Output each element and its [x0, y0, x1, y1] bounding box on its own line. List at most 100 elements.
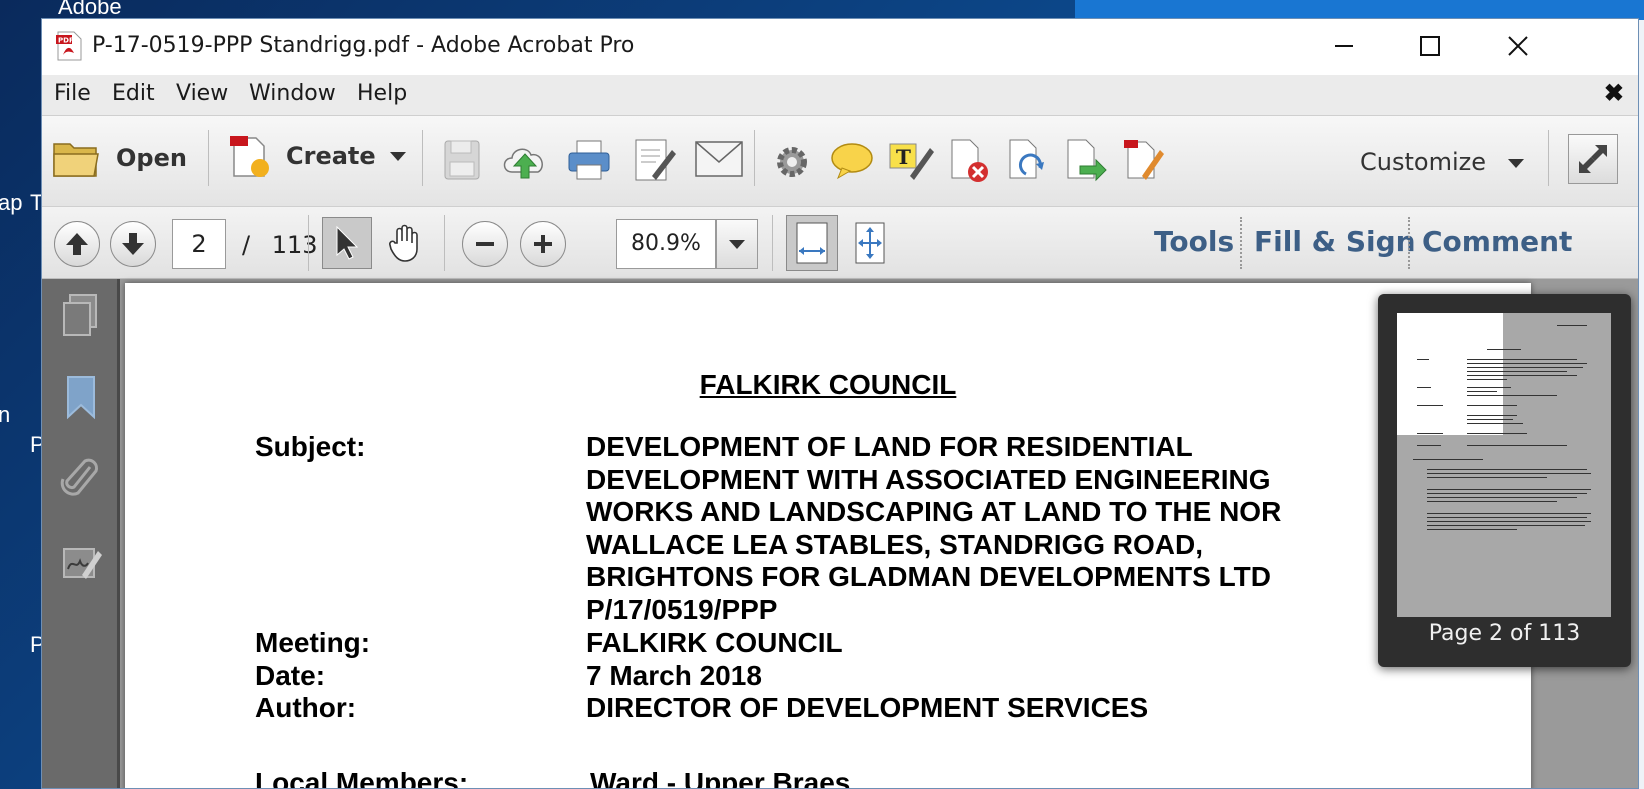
- tools-pane-button[interactable]: Tools: [1154, 225, 1234, 258]
- desktop-label[interactable]: Adobe: [58, 0, 122, 20]
- thumbnail-text-line: [1427, 469, 1587, 470]
- fit-width-icon: [796, 222, 828, 264]
- desktop-label[interactable]: ap: [0, 190, 22, 216]
- thumbnail-text-line: [1467, 395, 1557, 396]
- full-screen-button[interactable]: [1568, 134, 1618, 184]
- printer-icon[interactable]: [566, 138, 612, 182]
- folder-icon: [53, 143, 99, 177]
- thumbnail-text-line: [1427, 489, 1591, 490]
- chevron-down-icon: [1507, 158, 1524, 168]
- email-icon[interactable]: [694, 140, 744, 178]
- thumbnail-text-line: [1467, 363, 1587, 364]
- zoom-dropdown-button[interactable]: [716, 219, 758, 269]
- subject-line: WORKS AND LANDSCAPING AT LAND TO THE NOR: [586, 496, 1282, 527]
- thumbnail-highlight: [1397, 313, 1503, 435]
- thumbnail-text-line: [1427, 473, 1591, 474]
- comment-pane-button[interactable]: Comment: [1422, 225, 1572, 258]
- subject-line: P/17/0519/PPP: [586, 594, 778, 625]
- thumbnail-text-line: [1467, 445, 1567, 446]
- minimize-button[interactable]: [1324, 27, 1364, 65]
- fit-page-button[interactable]: [848, 217, 892, 269]
- attachment-paperclip-icon[interactable]: [60, 457, 102, 501]
- delete-page-icon[interactable]: [948, 136, 990, 184]
- rotate-page-icon[interactable]: [1006, 136, 1048, 184]
- toolbar-separator: [308, 215, 309, 271]
- edit-pdf-icon[interactable]: [1122, 136, 1166, 184]
- fit-width-button[interactable]: [786, 215, 838, 271]
- fill-sign-pane-button[interactable]: Fill & Sign: [1254, 225, 1416, 258]
- next-page-button[interactable]: [110, 221, 156, 267]
- menu-bar: File Edit View Window Help ✖: [42, 75, 1638, 115]
- bookmark-icon[interactable]: [60, 375, 102, 419]
- thumbnail-text-line: [1467, 415, 1517, 416]
- subject-line: DEVELOPMENT OF LAND FOR RESIDENTIAL: [586, 431, 1193, 462]
- previous-page-button[interactable]: [54, 221, 100, 267]
- subject-line: BRIGHTONS FOR GLADMAN DEVELOPMENTS LTD: [586, 561, 1271, 592]
- close-document-button[interactable]: ✖: [1604, 79, 1624, 108]
- cloud-upload-icon[interactable]: [500, 138, 550, 182]
- thumbnail-text-line: [1417, 433, 1443, 434]
- extract-page-icon[interactable]: [1064, 136, 1108, 184]
- maximize-button[interactable]: [1410, 27, 1450, 65]
- desktop-label[interactable]: n: [0, 402, 10, 428]
- toolbar-separator: [1408, 217, 1410, 269]
- menu-help[interactable]: Help: [357, 81, 407, 106]
- menu-view[interactable]: View: [176, 81, 228, 106]
- customize-label: Customize: [1360, 148, 1486, 176]
- page-separator: /: [242, 231, 251, 259]
- gear-icon[interactable]: [772, 142, 812, 182]
- thumbnail-text-line: [1417, 445, 1441, 446]
- main-toolbar: Open Create T Customize: [42, 115, 1638, 207]
- create-label: Create: [286, 142, 376, 170]
- toolbar-separator: [754, 130, 755, 186]
- menu-edit[interactable]: Edit: [112, 81, 155, 106]
- toolbar-separator: [208, 130, 209, 186]
- menu-file[interactable]: File: [54, 81, 91, 106]
- create-button[interactable]: Create: [228, 132, 406, 180]
- zoom-in-button[interactable]: [520, 221, 566, 267]
- comment-bubble-icon[interactable]: [830, 140, 874, 180]
- thumbnail-text-line: [1467, 375, 1577, 376]
- thumbnail-text-line: [1427, 493, 1587, 494]
- zoom-out-button[interactable]: [462, 221, 508, 267]
- save-icon[interactable]: [442, 138, 482, 182]
- page-number-input[interactable]: 2: [172, 219, 226, 269]
- thumbnail-text-line: [1427, 477, 1547, 478]
- window-title: P-17-0519-PPP Standrigg.pdf - Adobe Acro…: [92, 33, 635, 58]
- arrow-down-icon: [122, 233, 144, 255]
- select-tool-button[interactable]: [322, 217, 372, 269]
- expand-icon: [1579, 145, 1607, 173]
- fit-page-icon: [855, 222, 885, 264]
- author-label: Author:: [255, 692, 357, 723]
- navigation-pane: [42, 279, 120, 788]
- thumbnail-text-line: [1427, 529, 1517, 530]
- close-window-button[interactable]: [1498, 27, 1538, 65]
- text-highlight-icon[interactable]: T: [888, 138, 934, 182]
- edit-document-icon[interactable]: [632, 136, 676, 184]
- thumbnail-text-line: [1413, 459, 1483, 460]
- open-button[interactable]: Open: [52, 136, 187, 180]
- thumbnail-text-line: [1417, 359, 1429, 360]
- hand-tool-button[interactable]: [382, 219, 428, 267]
- thumbnail-text-line: [1467, 433, 1527, 434]
- signature-icon[interactable]: [60, 541, 102, 585]
- arrow-up-icon: [66, 233, 88, 255]
- customize-button[interactable]: Customize: [1360, 148, 1524, 176]
- maximize-icon: [1420, 36, 1440, 56]
- pdf-file-icon: PDF: [56, 31, 82, 61]
- thumbnail-text-line: [1427, 517, 1587, 518]
- thumbnail-text-line: [1427, 513, 1591, 514]
- thumbnail-text-line: [1557, 325, 1587, 326]
- document-heading: FALKIRK COUNCIL: [699, 369, 957, 400]
- thumbnail-text-line: [1467, 419, 1513, 420]
- plus-icon: [534, 235, 552, 253]
- page-thumbnails-icon[interactable]: [60, 293, 102, 337]
- chevron-down-icon: [729, 239, 745, 249]
- minus-icon: [476, 242, 494, 246]
- zoom-level-input[interactable]: 80.9%: [616, 219, 716, 269]
- page-total-text: / 113: [242, 231, 318, 259]
- thumbnail-text-line: [1467, 379, 1507, 380]
- toolbar-separator: [1240, 217, 1242, 269]
- menu-window[interactable]: Window: [249, 81, 336, 106]
- date-value: 7 March 2018: [586, 660, 762, 691]
